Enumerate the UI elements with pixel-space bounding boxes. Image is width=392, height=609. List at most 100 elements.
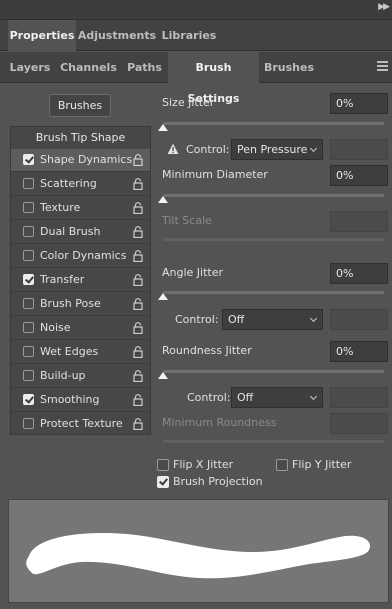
collapse-panels-icon[interactable]: ▶▶ (378, 2, 390, 12)
dual-brush-checkbox[interactable] (23, 226, 34, 237)
lock-icon[interactable] (133, 322, 143, 334)
lock-icon[interactable] (133, 250, 143, 262)
option-texture[interactable]: Texture (11, 197, 150, 220)
roundness-jitter-field[interactable]: 0% (330, 341, 388, 362)
option-label: Protect Texture (40, 417, 123, 430)
angle-jitter-slider[interactable] (158, 291, 384, 300)
chevron-down-icon (309, 314, 318, 323)
texture-checkbox[interactable] (23, 202, 34, 213)
option-label: Texture (40, 201, 81, 214)
option-protect-texture[interactable]: Protect Texture (11, 413, 150, 436)
lock-icon[interactable] (133, 394, 143, 406)
angle-control-extra-field (330, 309, 388, 330)
smoothing-checkbox[interactable] (23, 394, 34, 405)
option-label: Brush Pose (40, 297, 101, 310)
tab-paths[interactable]: Paths (122, 52, 167, 83)
option-dual-brush[interactable]: Dual Brush (11, 221, 150, 244)
scattering-checkbox[interactable] (23, 178, 34, 189)
min-diameter-slider-thumb[interactable] (158, 196, 168, 203)
angle-control-dropdown[interactable]: Off (222, 309, 323, 330)
option-brush-pose[interactable]: Brush Pose (11, 293, 150, 316)
angle-jitter-label: Angle Jitter (162, 266, 224, 279)
flip-y-jitter-checkbox[interactable] (276, 459, 288, 471)
tab-libraries[interactable]: Libraries (158, 20, 220, 51)
flip-y-jitter-label: Flip Y Jitter (292, 458, 352, 471)
tab-bar-secondary: Layers Channels Paths Brush Settings Bru… (0, 52, 392, 105)
option-label: Dual Brush (40, 225, 101, 238)
roundness-jitter-slider[interactable] (158, 370, 384, 379)
roundness-control-dropdown[interactable]: Off (231, 387, 323, 408)
angle-jitter-field[interactable]: 0% (330, 263, 388, 284)
brush-stroke-icon (26, 532, 370, 579)
size-control-label: Control: (186, 143, 230, 156)
option-shape-dynamics[interactable]: Shape Dynamics (11, 149, 150, 172)
min-diameter-label: Minimum Diameter (162, 168, 268, 181)
tab-brushes[interactable]: Brushes (260, 52, 318, 83)
chevron-down-icon (309, 392, 318, 401)
flip-x-jitter-checkbox[interactable] (157, 459, 169, 471)
option-label: Noise (40, 321, 71, 334)
protect-texture-checkbox[interactable] (23, 418, 34, 429)
build-up-checkbox[interactable] (23, 370, 34, 381)
lock-icon[interactable] (133, 178, 143, 190)
lock-icon[interactable] (133, 154, 143, 166)
option-transfer[interactable]: Transfer (11, 269, 150, 292)
option-label: Smoothing (40, 393, 100, 406)
option-label: Scattering (40, 177, 97, 190)
angle-control-value: Off (228, 313, 245, 326)
lock-icon[interactable] (133, 346, 143, 358)
lock-icon[interactable] (133, 226, 143, 238)
shape-dynamics-checkbox[interactable] (23, 154, 34, 165)
roundness-control-value: Off (237, 391, 254, 404)
option-smoothing[interactable]: Smoothing (11, 389, 150, 412)
angle-control-label: Control: (175, 313, 219, 326)
option-wet-edges[interactable]: Wet Edges (11, 341, 150, 364)
brush-options-list: Brush Tip Shape Shape Dynamics Scatterin… (10, 126, 151, 435)
tab-layers[interactable]: Layers (6, 52, 54, 83)
brush-projection-checkbox[interactable] (157, 476, 169, 488)
option-build-up[interactable]: Build-up (11, 365, 150, 388)
tilt-scale-slider (163, 238, 384, 241)
lock-icon[interactable] (133, 370, 143, 382)
option-label: Wet Edges (40, 345, 99, 358)
tab-properties[interactable]: Properties (8, 20, 76, 51)
brush-projection-label: Brush Projection (173, 475, 263, 488)
option-scattering[interactable]: Scattering (11, 173, 150, 196)
min-diameter-slider[interactable] (158, 194, 384, 203)
option-color-dynamics[interactable]: Color Dynamics (11, 245, 150, 268)
tab-brush-settings[interactable]: Brush Settings (168, 52, 259, 105)
lock-icon[interactable] (133, 418, 143, 430)
min-diameter-field[interactable]: 0% (330, 165, 388, 186)
angle-jitter-slider-thumb[interactable] (158, 293, 168, 300)
roundness-control-label: Control: (187, 391, 231, 404)
lock-icon[interactable] (133, 202, 143, 214)
size-jitter-slider-thumb[interactable] (158, 124, 168, 131)
wet-edges-checkbox[interactable] (23, 346, 34, 357)
size-jitter-slider[interactable] (158, 122, 384, 131)
option-noise[interactable]: Noise (11, 317, 150, 340)
noise-checkbox[interactable] (23, 322, 34, 333)
roundness-jitter-label: Roundness Jitter (162, 344, 252, 357)
transfer-checkbox[interactable] (23, 274, 34, 285)
size-control-extra-field (330, 139, 388, 160)
size-jitter-label: Size Jitter (162, 96, 215, 109)
color-dynamics-checkbox[interactable] (23, 250, 34, 261)
option-brush-tip-shape[interactable]: Brush Tip Shape (11, 127, 150, 150)
size-control-dropdown[interactable]: Pen Pressure (231, 139, 323, 160)
tab-channels[interactable]: Channels (56, 52, 121, 83)
tab-adjustments[interactable]: Adjustments (77, 20, 157, 51)
chevron-down-icon (309, 144, 318, 153)
tilt-scale-field (330, 211, 388, 232)
roundness-jitter-slider-thumb[interactable] (158, 372, 168, 379)
brushes-button[interactable]: Brushes (49, 94, 111, 117)
option-label: Shape Dynamics (40, 153, 133, 166)
lock-icon[interactable] (133, 274, 143, 286)
lock-icon[interactable] (133, 298, 143, 310)
size-jitter-field[interactable]: 0% (330, 93, 388, 114)
size-control-value: Pen Pressure (237, 143, 308, 156)
panel-menu-icon[interactable] (377, 61, 388, 72)
tab-bar-primary: Properties Adjustments Libraries (0, 20, 392, 51)
tilt-scale-label: Tilt Scale (162, 214, 212, 227)
brush-pose-checkbox[interactable] (23, 298, 34, 309)
min-roundness-label: Minimum Roundness (162, 416, 277, 429)
